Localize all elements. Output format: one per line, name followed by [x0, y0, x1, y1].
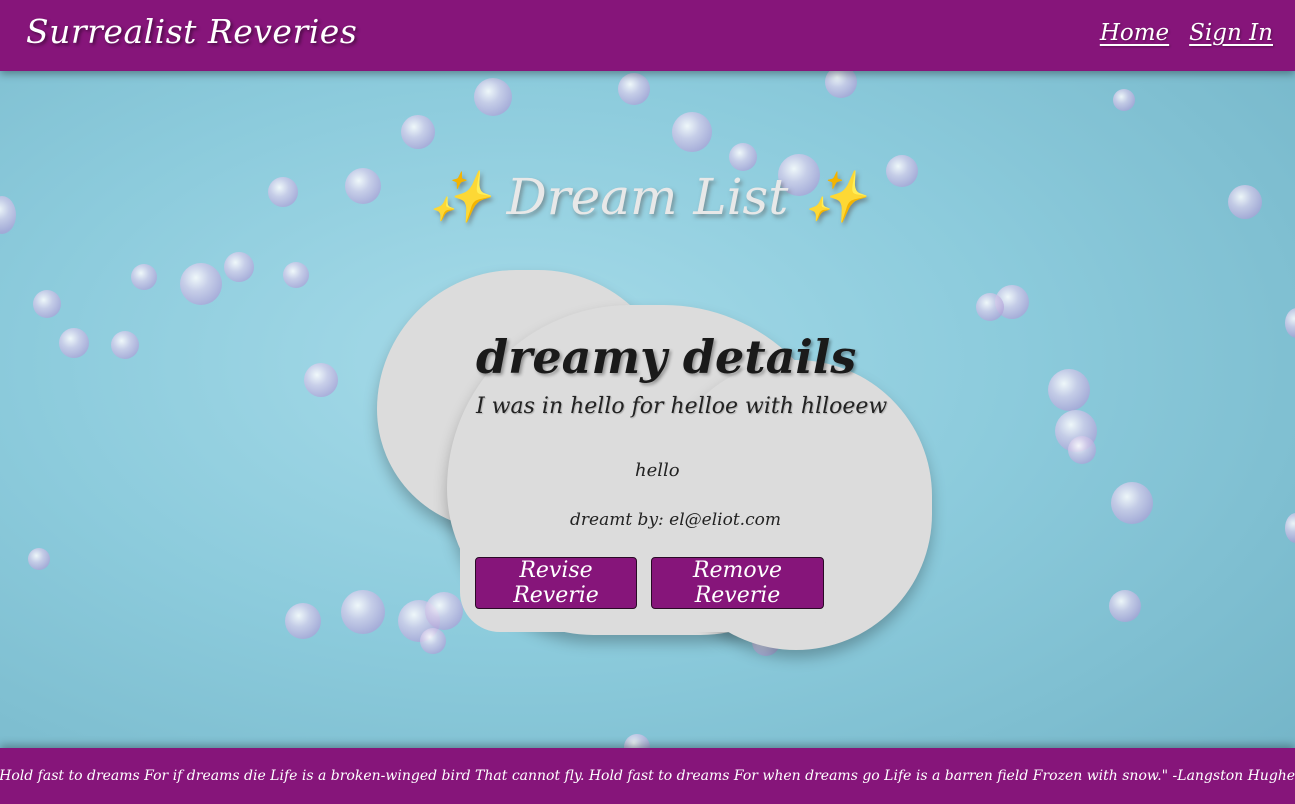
bubble — [420, 628, 446, 654]
bubble — [1068, 436, 1096, 464]
footer-quote: "Hold fast to dreams For if dreams die L… — [0, 768, 1295, 784]
bubble — [474, 78, 512, 116]
page-title: ✨ Dream List ✨ — [0, 168, 1295, 227]
bubble — [111, 331, 139, 359]
bubble — [304, 363, 338, 397]
dream-details: dreamy details I was in hello for helloe… — [476, 330, 936, 419]
bubble — [401, 115, 435, 149]
nav-link-sign-in[interactable]: Sign In — [1189, 20, 1273, 46]
bubble — [1111, 482, 1153, 524]
bubble — [180, 263, 222, 305]
dream-heading: dreamy details — [476, 330, 857, 384]
revise-reverie-button[interactable]: Revise Reverie — [475, 557, 637, 609]
bubble — [285, 603, 321, 639]
bubble — [1113, 89, 1135, 111]
nav-links: Home Sign In — [1100, 20, 1273, 46]
bubble — [1109, 590, 1141, 622]
bubble — [1285, 308, 1295, 338]
bubble — [976, 293, 1004, 321]
bubble — [1048, 369, 1090, 411]
bubble — [283, 262, 309, 288]
top-navbar: Surrealist Reveries Home Sign In — [0, 0, 1295, 71]
brand-logo[interactable]: Surrealist Reveries — [26, 12, 357, 51]
nav-link-home[interactable]: Home — [1100, 20, 1169, 46]
bubble — [425, 592, 463, 630]
dream-description: I was in hello for helloe with hlloeew — [476, 394, 888, 419]
bubble — [131, 264, 157, 290]
sparkles-icon: ✨ — [804, 168, 867, 226]
sparkles-icon: ✨ — [428, 168, 491, 226]
footer: "Hold fast to dreams For if dreams die L… — [0, 748, 1295, 804]
bubble — [224, 252, 254, 282]
bubble — [618, 73, 650, 105]
dream-body: hello — [635, 460, 680, 481]
bubble — [729, 143, 757, 171]
bubble — [1285, 513, 1295, 543]
dream-author: dreamt by: el@eliot.com — [570, 510, 781, 530]
bubble — [672, 112, 712, 152]
bubble — [59, 328, 89, 358]
remove-reverie-button[interactable]: Remove Reverie — [651, 557, 824, 609]
bubble — [28, 548, 50, 570]
bubble — [341, 590, 385, 634]
page-title-text: Dream List — [506, 168, 789, 226]
bubble — [33, 290, 61, 318]
